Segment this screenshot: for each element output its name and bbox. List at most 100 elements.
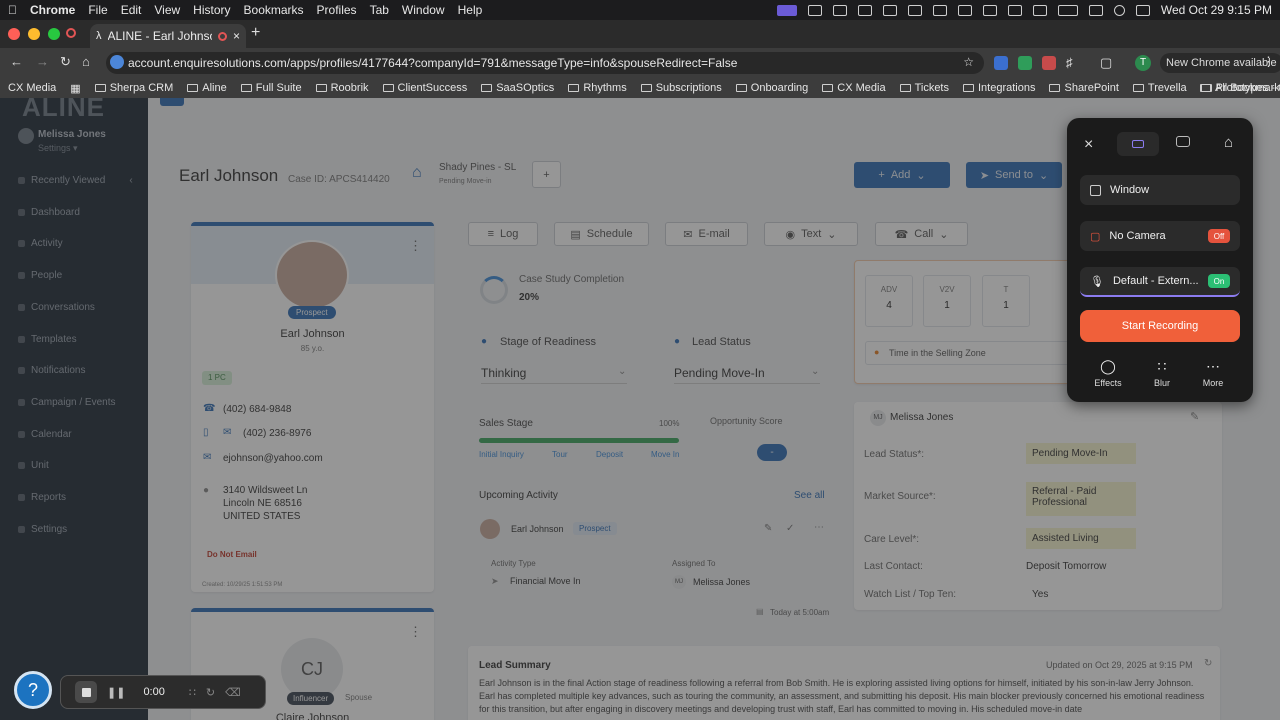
- blur-button[interactable]: ∷ Blur: [1142, 358, 1182, 388]
- status-icon-c[interactable]: [857, 4, 872, 16]
- apple-icon[interactable]: : [8, 3, 17, 17]
- menu-file[interactable]: File: [88, 3, 107, 17]
- menu-history[interactable]: History: [193, 3, 230, 17]
- see-all-link[interactable]: See all: [794, 490, 825, 501]
- more-dots-icon[interactable]: ⋯: [814, 522, 824, 533]
- bookmark-full-suite[interactable]: Full Suite: [240, 82, 302, 94]
- menu-help[interactable]: Help: [458, 3, 483, 17]
- status-icon-g[interactable]: [957, 4, 972, 16]
- sidebar-item-conversations[interactable]: Conversations: [18, 302, 95, 313]
- kebab-menu-icon[interactable]: ⋮: [409, 624, 422, 640]
- microphone-on-toggle[interactable]: On: [1208, 274, 1230, 288]
- more-options-button[interactable]: ⋯ More: [1193, 358, 1233, 388]
- menu-view[interactable]: View: [154, 3, 180, 17]
- sms-icon[interactable]: ✉: [223, 427, 231, 438]
- wifi-icon[interactable]: [1088, 4, 1103, 16]
- forward-icon[interactable]: →: [36, 54, 49, 69]
- bookmark-subscriptions[interactable]: Subscriptions: [640, 82, 722, 94]
- phone-mobile[interactable]: (402) 236-8976: [243, 428, 311, 439]
- camera-icon[interactable]: [1176, 136, 1190, 147]
- check-icon[interactable]: ✓: [786, 523, 794, 534]
- restart-icon[interactable]: ↻: [206, 686, 215, 699]
- sidebar-user-name[interactable]: Melissa Jones: [38, 129, 106, 140]
- status-icon-e[interactable]: [907, 4, 922, 16]
- stop-icon[interactable]: [75, 681, 97, 703]
- sidebar-item-notifications[interactable]: Notifications: [18, 365, 85, 376]
- bookmark-sherpa-crm[interactable]: Sherpa CRM: [94, 82, 173, 94]
- bookmark-cx-media-folder[interactable]: CX Media: [822, 82, 886, 94]
- log-button[interactable]: ≡ Log: [468, 222, 538, 246]
- refresh-icon[interactable]: ↻: [1204, 658, 1212, 669]
- send-to-button[interactable]: ➤ Send to ⌄: [966, 162, 1062, 188]
- video-mode-tab[interactable]: [1117, 132, 1159, 156]
- status-icon-d[interactable]: [882, 4, 897, 16]
- add-community-button[interactable]: +: [532, 161, 561, 188]
- sidebar-item-reports[interactable]: Reports: [18, 492, 66, 503]
- sidebar-item-activity[interactable]: Activity: [18, 238, 63, 249]
- window-source-select[interactable]: Window: [1080, 175, 1240, 205]
- sidebar-item-unit[interactable]: Unit: [18, 460, 49, 471]
- detail-value-care-level[interactable]: Assisted Living: [1026, 528, 1136, 549]
- new-tab-button[interactable]: +: [251, 24, 260, 42]
- menu-tab[interactable]: Tab: [370, 3, 389, 17]
- add-button[interactable]: + Add ⌄: [854, 162, 950, 188]
- bookmark-saasoptics[interactable]: SaaSOptics: [481, 82, 554, 94]
- browser-tab-active[interactable]: λ ALINE - Earl Johnson ×: [90, 24, 246, 48]
- back-icon[interactable]: ←: [10, 54, 23, 69]
- bookmark-tickets[interactable]: Tickets: [899, 82, 949, 94]
- effects-button[interactable]: ◯ Effects: [1088, 358, 1128, 388]
- side-panel-icon[interactable]: ▢: [1100, 55, 1112, 71]
- user-avatar[interactable]: [18, 128, 34, 144]
- status-icon-i[interactable]: [1007, 4, 1022, 16]
- lead-status-select[interactable]: Pending Move-In: [674, 366, 820, 384]
- profile-avatar[interactable]: T: [1135, 55, 1151, 71]
- site-info-icon[interactable]: [110, 55, 124, 69]
- tab-close-icon[interactable]: ×: [233, 29, 240, 43]
- edit-pencil-icon[interactable]: ✎: [1190, 410, 1199, 423]
- status-icon-f[interactable]: [932, 4, 947, 16]
- menu-bookmarks[interactable]: Bookmarks: [244, 3, 304, 17]
- close-window-button[interactable]: [8, 28, 20, 40]
- battery-icon[interactable]: [1057, 4, 1078, 16]
- email-button[interactable]: ✉ E-mail: [665, 222, 748, 246]
- activity-avatar[interactable]: [480, 519, 500, 539]
- activity-person-name[interactable]: Earl Johnson: [511, 524, 564, 534]
- email-address[interactable]: ejohnson@yahoo.com: [223, 453, 323, 464]
- bookmark-star-icon[interactable]: ☆: [963, 55, 974, 69]
- address-bar[interactable]: account.enquiresolutions.com/apps/profil…: [106, 52, 984, 74]
- sidebar-item-calendar[interactable]: Calendar: [18, 429, 72, 440]
- schedule-button[interactable]: ▤ Schedule: [554, 222, 649, 246]
- all-bookmarks[interactable]: All Bookmarks: [1200, 82, 1280, 94]
- sidebar-item-settings[interactable]: Settings: [18, 524, 67, 535]
- help-button[interactable]: ?: [14, 671, 52, 709]
- aline-logo[interactable]: ALINE: [22, 98, 105, 123]
- extension-icon-1[interactable]: [994, 56, 1008, 70]
- bookmark-integrations[interactable]: Integrations: [963, 82, 1035, 94]
- reload-icon[interactable]: ↻: [60, 54, 71, 70]
- kebab-menu-icon[interactable]: ⋮: [409, 238, 422, 254]
- top-search-strip[interactable]: [160, 98, 184, 106]
- text-button[interactable]: ◉ Text ⌄: [764, 222, 858, 246]
- sidebar-item-dashboard[interactable]: Dashboard: [18, 207, 80, 218]
- menu-edit[interactable]: Edit: [121, 3, 142, 17]
- bookmark-cx-media[interactable]: CX Media: [8, 82, 56, 94]
- sidebar-item-people[interactable]: People: [18, 270, 62, 281]
- chevron-down-icon[interactable]: ⌄: [811, 366, 819, 377]
- bluetooth-icon[interactable]: [1032, 4, 1047, 16]
- extension-icon-2[interactable]: [1018, 56, 1032, 70]
- camera-off-toggle[interactable]: Off: [1208, 229, 1230, 243]
- sidebar-item-templates[interactable]: Templates: [18, 334, 77, 345]
- sidebar-item-recently-viewed[interactable]: Recently Viewed ‹: [18, 175, 133, 186]
- status-icon-h[interactable]: [982, 4, 997, 16]
- menu-app-name[interactable]: Chrome: [30, 3, 75, 17]
- edit-pencil-icon[interactable]: ✎: [764, 523, 772, 534]
- detail-value-lead-status[interactable]: Pending Move-In: [1026, 443, 1136, 464]
- bookmark-sharepoint[interactable]: SharePoint: [1049, 82, 1119, 94]
- community-name[interactable]: Shady Pines - SL: [439, 162, 516, 173]
- spouse-avatar[interactable]: CJ: [281, 638, 343, 700]
- loom-status-icon[interactable]: [776, 4, 797, 16]
- tag-chip[interactable]: 1 PC: [202, 371, 232, 385]
- pause-icon[interactable]: ❚❚: [107, 686, 125, 699]
- readiness-select[interactable]: Thinking: [481, 366, 627, 384]
- bookmark-apps[interactable]: ▦: [70, 82, 80, 95]
